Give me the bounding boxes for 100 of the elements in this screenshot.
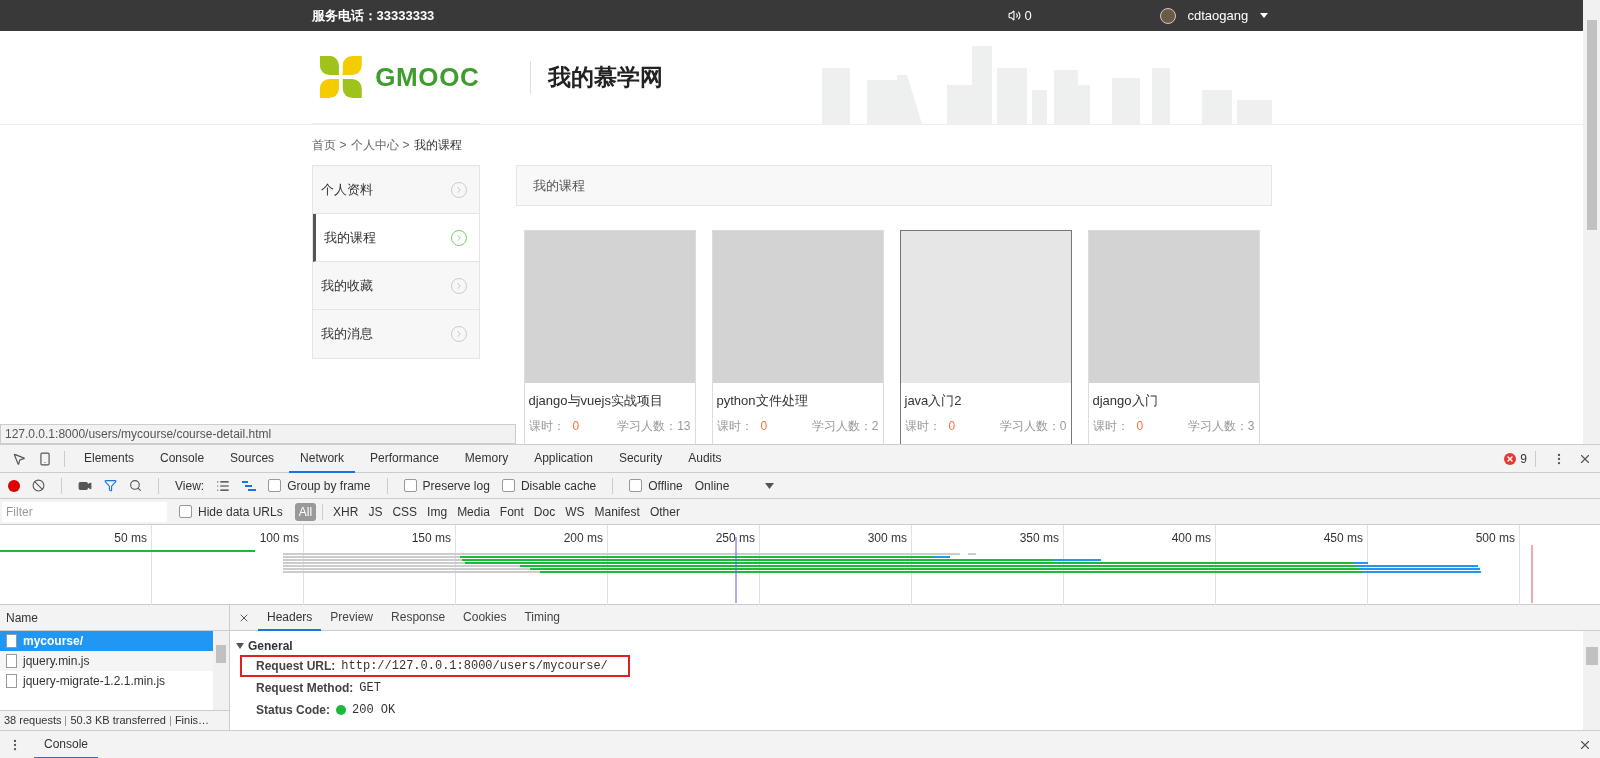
tick-label: 400 ms bbox=[1171, 530, 1211, 545]
resource-type-filter[interactable]: XHR bbox=[329, 502, 363, 521]
tick-label: 100 ms bbox=[259, 530, 299, 545]
resource-type-filter[interactable]: Doc bbox=[529, 502, 560, 521]
view-label: View: bbox=[175, 477, 205, 495]
checkbox[interactable] bbox=[179, 505, 192, 518]
search-icon[interactable] bbox=[129, 479, 142, 492]
clear-icon[interactable] bbox=[32, 479, 45, 492]
course-card[interactable]: python文件处理 课时： 0 学习人数：2 bbox=[711, 230, 884, 444]
header-value: 200 OK bbox=[352, 702, 396, 719]
detail-scrollbar[interactable] bbox=[1583, 631, 1600, 730]
sidebar-item[interactable]: 我的课程 bbox=[312, 214, 479, 262]
hours-value: 0 bbox=[948, 417, 956, 435]
devtools-tab[interactable]: Sources bbox=[219, 444, 286, 473]
sidebar-item[interactable]: 我的消息 bbox=[312, 310, 479, 358]
hours-value: 0 bbox=[760, 417, 768, 435]
detail-tab[interactable]: Preview bbox=[321, 604, 383, 631]
course-title[interactable]: java入门2 bbox=[900, 391, 1071, 411]
course-card[interactable]: java入门2 课时： 0 学习人数：0 bbox=[899, 230, 1072, 444]
devtools-tab[interactable]: Performance bbox=[359, 444, 450, 473]
logo-text: GMOOC bbox=[375, 60, 480, 94]
checkbox[interactable] bbox=[268, 479, 282, 492]
breadcrumb-separator: > bbox=[339, 137, 347, 154]
checkbox[interactable] bbox=[403, 479, 417, 492]
header-key: Request Method: bbox=[256, 679, 354, 697]
device-icon[interactable] bbox=[38, 451, 52, 466]
document-icon bbox=[6, 654, 17, 668]
document-icon bbox=[6, 634, 17, 648]
sidebar-item[interactable]: 我的收藏 bbox=[312, 262, 479, 310]
checkbox-option[interactable]: Disable cache bbox=[501, 476, 597, 495]
course-title[interactable]: python文件处理 bbox=[712, 391, 883, 411]
record-icon[interactable] bbox=[8, 479, 20, 492]
students-count: 学习人数：3 bbox=[1187, 417, 1255, 435]
devtools-tab[interactable]: Network bbox=[289, 444, 356, 473]
site-title: 我的慕学网 bbox=[547, 63, 663, 93]
checkbox-option[interactable]: Group by frame bbox=[268, 476, 371, 495]
request-row[interactable]: jquery.min.js bbox=[0, 651, 213, 671]
devtools-tab[interactable]: Elements bbox=[73, 444, 146, 473]
triangle-icon[interactable] bbox=[236, 642, 244, 650]
message-count[interactable]: 0 bbox=[1024, 5, 1032, 26]
course-card[interactable]: django入门 课时： 0 学习人数：3 bbox=[1087, 230, 1260, 444]
devtools-tab[interactable]: Security bbox=[607, 444, 674, 473]
filter-field[interactable]: Filter bbox=[2, 501, 167, 522]
drawer-tab[interactable]: Console bbox=[34, 730, 99, 758]
tick-label: 350 ms bbox=[1019, 530, 1059, 545]
devtools-tab[interactable]: Application bbox=[523, 444, 604, 473]
status-url: 127.0.0.1:8000/users/mycourse/course-detail.html bbox=[0, 424, 516, 444]
breadcrumb-link[interactable]: 个人中心 bbox=[350, 136, 399, 154]
sidebar-item[interactable]: 个人资料 bbox=[312, 166, 479, 214]
checkbox-option[interactable]: Preserve log bbox=[403, 476, 490, 495]
students-count: 学习人数：2 bbox=[811, 417, 879, 435]
resource-type-filter[interactable]: CSS bbox=[388, 502, 422, 521]
tick-label: 150 ms bbox=[411, 530, 451, 545]
course-title[interactable]: django与vuejs实战项目 bbox=[524, 391, 695, 411]
caret-icon[interactable] bbox=[765, 482, 775, 489]
devtools-tab[interactable]: Console bbox=[149, 444, 216, 473]
document-icon bbox=[6, 674, 17, 688]
list-scrollbar[interactable] bbox=[213, 631, 229, 710]
section-header: 我的课程 bbox=[515, 165, 1272, 206]
devtools-tab[interactable]: Memory bbox=[453, 444, 520, 473]
username[interactable]: cdtaogang bbox=[1187, 5, 1249, 26]
students-count: 学习人数：0 bbox=[999, 417, 1067, 435]
header-value: http://127.0.0.1:8000/users/mycourse/ bbox=[341, 658, 608, 675]
tick-label: 500 ms bbox=[1475, 530, 1515, 545]
resource-type-filter[interactable]: WS bbox=[561, 502, 589, 521]
inspect-icon[interactable] bbox=[12, 451, 26, 466]
error-icon[interactable] bbox=[1504, 452, 1517, 465]
filter-icon[interactable] bbox=[104, 479, 117, 492]
course-title[interactable]: django入门 bbox=[1088, 391, 1259, 411]
hours-value: 0 bbox=[572, 417, 580, 435]
detail-tab[interactable]: Cookies bbox=[454, 604, 516, 631]
hours-label: 课时： bbox=[528, 417, 565, 435]
breadcrumb-link[interactable]: 首页 bbox=[311, 136, 336, 154]
caret-icon[interactable] bbox=[1260, 13, 1269, 18]
detail-tab[interactable]: Timing bbox=[515, 604, 569, 631]
resource-type-filter[interactable]: JS bbox=[364, 502, 387, 521]
throttling-select[interactable]: Online bbox=[694, 476, 775, 495]
resource-type-filter[interactable]: Other bbox=[645, 502, 684, 521]
checkbox-option[interactable]: Hide data URLs bbox=[179, 502, 283, 521]
tick-label: 450 ms bbox=[1323, 530, 1363, 545]
page-scrollbar[interactable] bbox=[1583, 0, 1600, 444]
course-card[interactable]: django与vuejs实战项目 课时： 0 学习人数：13 bbox=[523, 230, 696, 444]
resource-type-filter[interactable]: Manifest bbox=[590, 502, 644, 521]
avatar[interactable] bbox=[1159, 7, 1176, 24]
hours-value: 0 bbox=[1136, 417, 1144, 435]
phone-label: 服务电话：33333333 bbox=[311, 6, 436, 25]
clover-logo-icon bbox=[317, 53, 364, 101]
resource-type-filter[interactable]: Img bbox=[423, 502, 452, 521]
resource-type-filter[interactable]: Media bbox=[453, 502, 494, 521]
error-count[interactable]: 9 bbox=[1520, 449, 1527, 468]
speaker-icon[interactable] bbox=[1007, 9, 1021, 22]
section-toggle[interactable]: General bbox=[236, 637, 1583, 655]
detail-tab[interactable]: Response bbox=[382, 604, 455, 631]
checkbox[interactable] bbox=[501, 479, 515, 492]
checkbox-option[interactable]: Offline bbox=[629, 476, 683, 495]
devtools-tab[interactable]: Audits bbox=[677, 444, 733, 473]
checkbox[interactable] bbox=[629, 479, 643, 492]
waterfall-view-icon[interactable] bbox=[242, 480, 257, 491]
list-view-icon[interactable] bbox=[216, 478, 231, 493]
resource-type-filter[interactable]: Font bbox=[495, 502, 528, 521]
